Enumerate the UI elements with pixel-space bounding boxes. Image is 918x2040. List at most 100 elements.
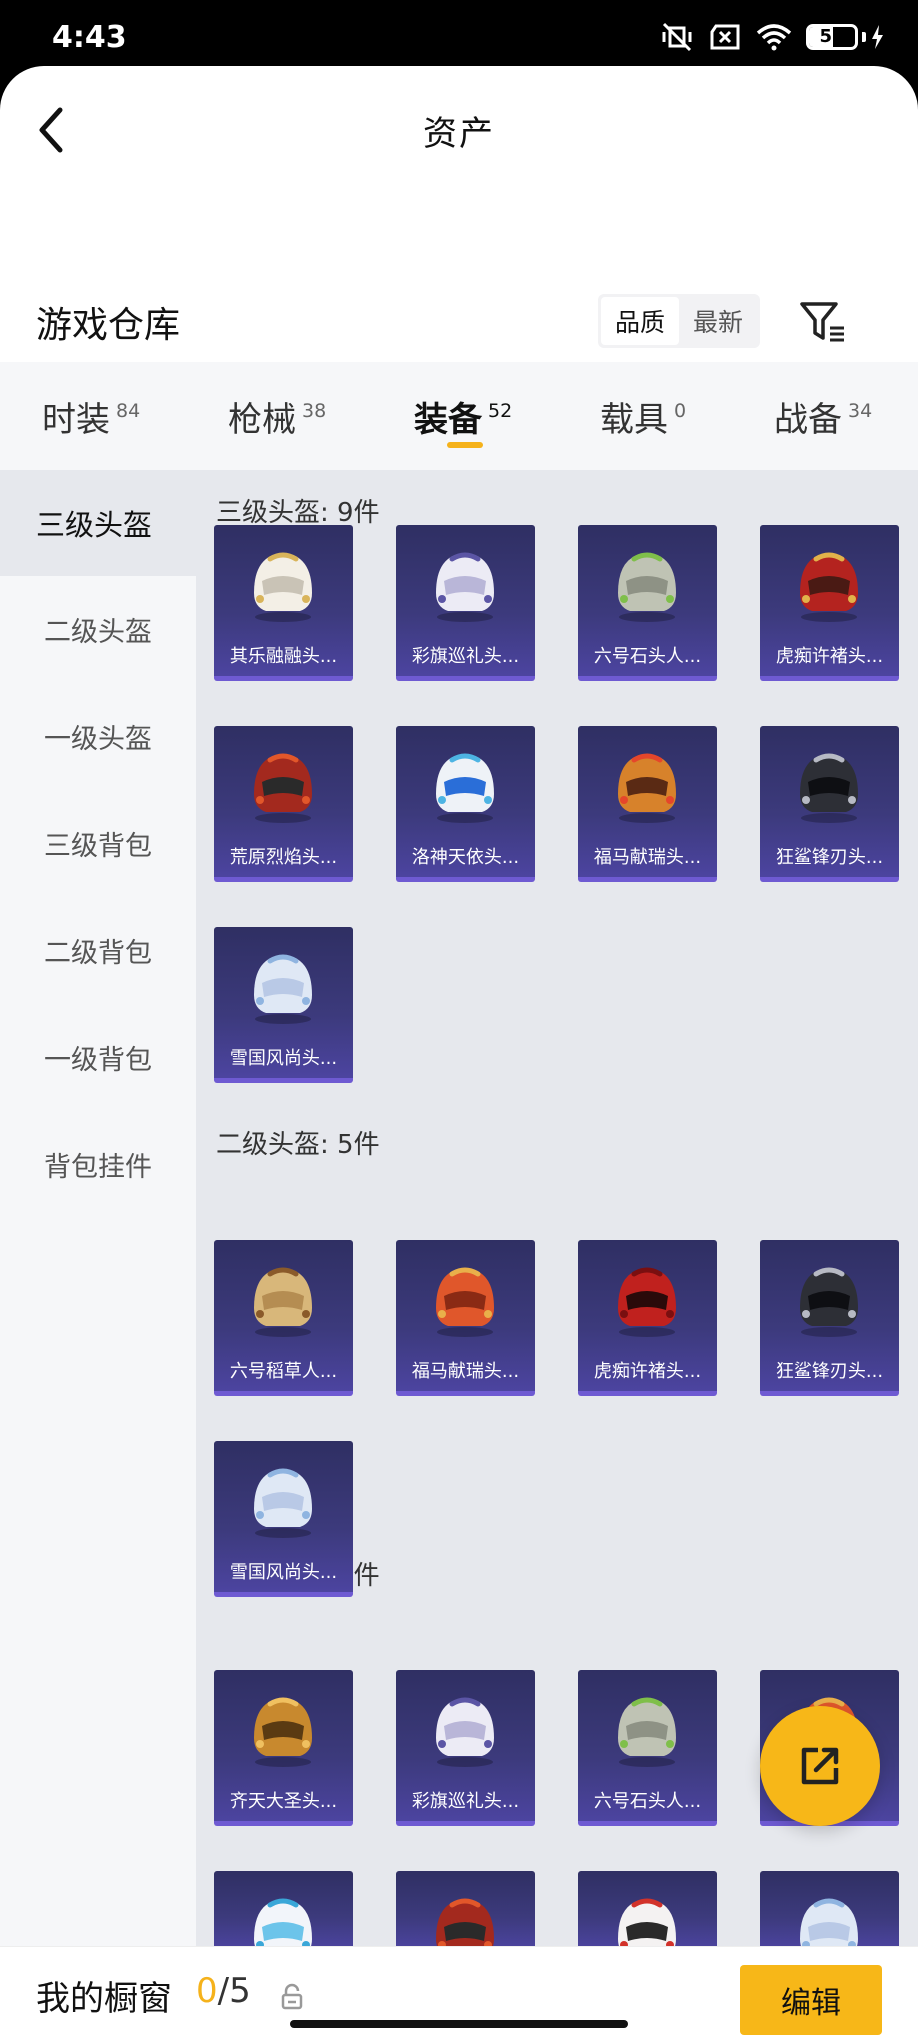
app-sheet: 资产 游戏仓库 品质 最新 时装 84 枪械 38 装备 52 载具 0 战备 … [0, 66, 918, 2040]
item-card[interactable] [578, 1871, 717, 1950]
lock-icon [281, 1983, 303, 2010]
showcase-total: 5 [229, 1971, 251, 2011]
sort-quality[interactable]: 品质 [601, 297, 679, 345]
tab-label: 枪械 [228, 399, 296, 440]
page-title: 资产 [423, 114, 495, 154]
helmet-icon [786, 1887, 872, 1950]
sidebar-item-level3-helmet[interactable]: 三级头盔 [0, 470, 196, 576]
status-icons: 52 [660, 22, 884, 52]
charging-icon [872, 25, 883, 49]
filter-button[interactable] [798, 298, 848, 346]
helmet-icon [422, 1686, 508, 1772]
category-tabs: 时装 84 枪械 38 装备 52 载具 0 战备 34 [0, 362, 918, 470]
item-card[interactable]: 六号石头人... [578, 525, 717, 681]
sidebar-item-level1-backpack[interactable]: 一级背包 [0, 1004, 196, 1110]
helmet-icon [786, 541, 872, 627]
item-card[interactable]: 六号稻草人... [214, 1240, 353, 1396]
tab-battle-prep[interactable]: 战备 34 [774, 362, 872, 470]
item-name: 洛神天依头... [411, 847, 520, 868]
tab-count: 0 [674, 400, 687, 422]
item-card[interactable]: 雪国风尚头... [214, 1441, 353, 1597]
item-name: 雪国风尚头... [229, 1562, 338, 1583]
tab-vehicles[interactable]: 载具 0 [600, 362, 686, 470]
helmet-icon [604, 1686, 690, 1772]
showcase-label: 我的橱窗 [36, 1979, 172, 2019]
battery-body: 52 [806, 24, 858, 50]
item-name: 狂鲨锋刃头... [775, 847, 884, 868]
item-name: 雪国风尚头... [229, 1048, 338, 1069]
battery-percent: 52 [819, 26, 845, 47]
item-card[interactable]: 福马献瑞头... [578, 726, 717, 882]
active-tab-indicator [447, 442, 483, 448]
section-title-level2: 二级头盔: 5件 [216, 1130, 380, 1160]
helmet-icon [604, 541, 690, 627]
item-card[interactable]: 其乐融融头... [214, 525, 353, 681]
status-bar: 4:43 52 [0, 0, 918, 66]
sidebar-item-level2-backpack[interactable]: 二级背包 [0, 897, 196, 1003]
item-name: 荒原烈焰头... [229, 847, 338, 868]
helmet-icon [786, 742, 872, 828]
helmet-icon [422, 742, 508, 828]
item-card[interactable]: 虎痴许褚头... [578, 1240, 717, 1396]
item-name: 福马献瑞头... [593, 847, 702, 868]
item-card[interactable] [760, 1871, 899, 1950]
battery-tip [862, 32, 866, 42]
item-card[interactable]: 彩旗巡礼头... [396, 1670, 535, 1826]
item-card[interactable]: 洛神天依头... [396, 726, 535, 882]
sort-toggle: 品质 最新 [598, 294, 760, 348]
helmet-icon [240, 1256, 326, 1342]
battery-indicator: 52 [806, 24, 884, 50]
item-card[interactable]: 虎痴许褚头... [760, 525, 899, 681]
tab-fashion[interactable]: 时装 84 [42, 362, 140, 470]
item-card[interactable]: 雪国风尚头... [214, 927, 353, 1083]
helmet-icon [240, 943, 326, 1029]
item-card[interactable]: 狂鲨锋刃头... [760, 726, 899, 882]
item-name: 六号稻草人... [229, 1361, 338, 1382]
tab-equipment[interactable]: 装备 52 [414, 362, 512, 470]
home-indicator [290, 2020, 628, 2028]
sidebar-item-level2-helmet[interactable]: 二级头盔 [0, 576, 196, 682]
item-name: 福马献瑞头... [411, 1361, 520, 1382]
item-name: 虎痴许褚头... [775, 646, 884, 667]
sidebar-item-backpack-charm[interactable]: 背包挂件 [0, 1111, 196, 1217]
helmet-icon [240, 742, 326, 828]
tab-label: 战备 [774, 399, 842, 440]
helmet-icon [240, 1686, 326, 1772]
mute-vibrate-icon [662, 22, 692, 52]
tab-label: 载具 [600, 399, 668, 440]
tab-label: 装备 [414, 399, 482, 440]
item-name: 虎痴许褚头... [593, 1361, 702, 1382]
item-name: 彩旗巡礼头... [411, 1791, 520, 1812]
helmet-icon [604, 1887, 690, 1950]
sim-off-icon [710, 24, 740, 50]
edit-button[interactable]: 编辑 [740, 1965, 882, 2035]
item-card[interactable] [214, 1871, 353, 1950]
item-card[interactable] [396, 1871, 535, 1950]
tab-guns[interactable]: 枪械 38 [228, 362, 326, 470]
sidebar-item-level3-backpack[interactable]: 三级背包 [0, 790, 196, 896]
item-name: 狂鲨锋刃头... [775, 1361, 884, 1382]
item-card[interactable]: 彩旗巡礼头... [396, 525, 535, 681]
section-title-level3: 三级头盔: 9件 [216, 498, 380, 528]
sidebar-item-level1-helmet[interactable]: 一级头盔 [0, 683, 196, 789]
helmet-icon [422, 541, 508, 627]
warehouse-row: 游戏仓库 品质 最新 [0, 280, 918, 360]
helmet-icon [422, 1887, 508, 1950]
item-card[interactable]: 福马献瑞头... [396, 1240, 535, 1396]
filter-icon [800, 302, 844, 342]
tab-count: 38 [302, 400, 327, 422]
sort-newest[interactable]: 最新 [679, 297, 757, 345]
item-card[interactable]: 狂鲨锋刃头... [760, 1240, 899, 1396]
showcase-count: 0/5 [196, 1971, 251, 2011]
wifi-icon [756, 24, 792, 51]
share-button[interactable] [760, 1706, 880, 1826]
helmet-icon [604, 742, 690, 828]
item-card[interactable]: 荒原烈焰头... [214, 726, 353, 882]
helmet-icon [240, 541, 326, 627]
showcase-separator: / [217, 1971, 230, 2011]
warehouse-title: 游戏仓库 [36, 305, 181, 346]
item-card[interactable]: 六号石头人... [578, 1670, 717, 1826]
status-time: 4:43 [52, 20, 127, 55]
item-name: 六号石头人... [593, 646, 702, 667]
item-card[interactable]: 齐天大圣头... [214, 1670, 353, 1826]
